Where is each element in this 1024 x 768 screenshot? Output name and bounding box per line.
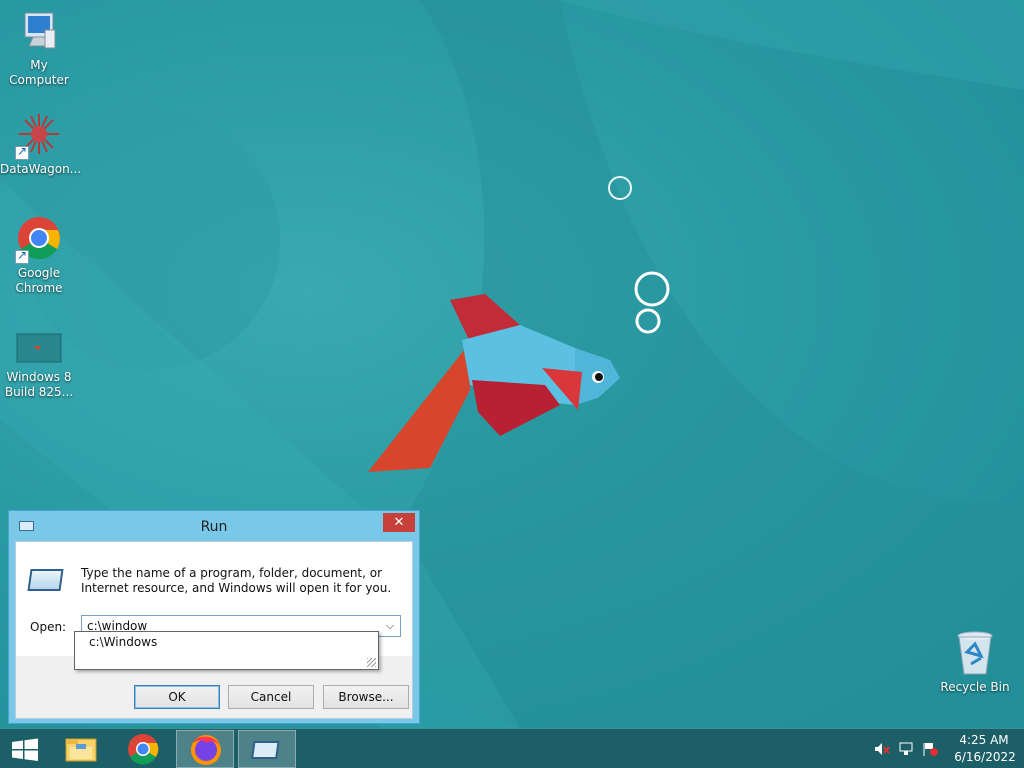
file-explorer-icon [65, 738, 97, 762]
autocomplete-item[interactable]: c:\Windows [89, 635, 157, 649]
desktop-icon-windows-8-build[interactable]: Windows 8 Build 825... [0, 320, 78, 400]
taskbar-firefox[interactable] [176, 730, 234, 768]
taskbar-google-chrome[interactable] [114, 730, 172, 768]
recycle-bin-label: Recycle Bin [940, 680, 1010, 694]
desktop-icon-recycle-bin[interactable]: Recycle Bin [936, 630, 1014, 695]
desktop-icon-google-chrome[interactable]: Google Chrome [0, 216, 78, 296]
open-label: Open: [30, 620, 67, 634]
datawagon-icon [15, 112, 63, 160]
start-button[interactable] [0, 730, 50, 768]
firefox-icon [191, 735, 221, 765]
run-title: Run [200, 519, 228, 535]
desktop-icon-my-computer[interactable]: My Computer [0, 8, 78, 88]
resize-grip-icon[interactable] [367, 658, 376, 667]
desktop-icon-datawagon[interactable]: DataWagon... [0, 112, 82, 177]
chrome-icon [15, 216, 63, 264]
my-computer-icon [15, 8, 63, 56]
autocomplete-dropdown: c:\Windows [74, 631, 379, 670]
taskbar [0, 728, 1024, 768]
clock-date[interactable]: 6/16/2022 [952, 750, 1018, 764]
run-icon [251, 741, 280, 759]
close-button[interactable]: ✕ [383, 513, 415, 532]
run-body: Type the name of a program, folder, docu… [15, 541, 413, 719]
run-titlebar[interactable]: Run ✕ [9, 511, 419, 541]
shortcut-arrow-icon [15, 144, 29, 160]
taskbar-run[interactable] [238, 730, 296, 768]
taskbar-file-explorer[interactable] [52, 730, 110, 768]
desktop-icon-label: Google Chrome [15, 266, 63, 295]
browse-button[interactable]: Browse... [323, 685, 409, 709]
action-center-flag-icon[interactable] [922, 742, 938, 756]
chrome-icon [128, 734, 159, 765]
cancel-button[interactable]: Cancel [228, 685, 314, 709]
ok-button[interactable]: OK [134, 685, 220, 709]
desktop-icon-label: Windows 8 Build 825... [4, 370, 74, 399]
run-app-icon [27, 569, 64, 591]
network-icon[interactable] [898, 742, 914, 756]
shortcut-arrow-icon [15, 248, 29, 264]
volume-muted-icon[interactable] [874, 742, 890, 756]
run-description: Type the name of a program, folder, docu… [81, 566, 392, 595]
windows-8-build-icon [15, 320, 63, 368]
windows-logo-icon [12, 738, 38, 761]
run-dialog: Run ✕ Type the name of a program, folder… [8, 510, 420, 724]
clock-time[interactable]: 4:25 AM [954, 733, 1014, 747]
desktop-icon-label: My Computer [9, 58, 69, 87]
desktop-icon-label: DataWagon... [0, 162, 82, 176]
recycle-bin-icon [951, 630, 999, 678]
chevron-down-icon[interactable]: ⌵ [380, 617, 400, 635]
